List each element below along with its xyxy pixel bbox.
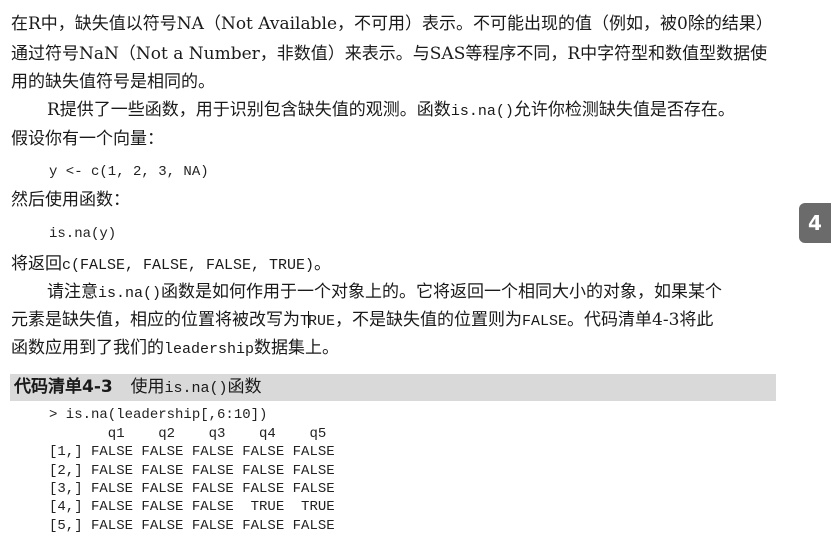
para2-line2: 假设你有一个向量： — [11, 129, 164, 149]
returns-text: 将返回 — [11, 254, 62, 274]
code-vector: y <- c(1, 2, 3, NA) — [49, 164, 209, 180]
para3-text-a: 请注意 — [47, 282, 98, 302]
para3-text-b: 函数是如何作用于一个对象上的。它将返回一个相同大小的对象，如果某个 — [161, 282, 723, 302]
para3-line2: 元素是缺失值，相应的位置将被改写为TRUE，不是缺失值的位置则为FALSE。代码… — [11, 310, 713, 332]
output-row: [4,] FALSE FALSE FALSE TRUE TRUE — [49, 499, 335, 515]
chapter-tab[interactable]: 4 — [799, 203, 831, 243]
para3-text: 元素是缺失值，相应的位置将被改写为 — [11, 310, 300, 330]
listing-title: 使用 — [130, 377, 165, 397]
returns-period: 。 — [314, 254, 332, 274]
para3-text: 。代码清单4-3将此 — [567, 310, 714, 330]
para1-line2: 通过符号NaN（Not a Number，非数值）来表示。与SAS等程序不同，R… — [11, 44, 768, 64]
para2-line1: R提供了一些函数，用于识别包含缺失值的观测。函数is.na()允许你检测缺失值是… — [47, 100, 735, 122]
inline-code: is.na() — [450, 103, 514, 120]
inline-code: FALSE — [522, 313, 568, 330]
output-row: [1,] FALSE FALSE FALSE FALSE FALSE — [49, 444, 335, 460]
para3-line1: 请注意is.na()函数是如何作用于一个对象上的。它将返回一个相同大小的对象，如… — [47, 282, 722, 304]
inline-code: RUE — [308, 313, 336, 330]
output-header: q1 q2 q3 q4 q5 — [49, 426, 327, 442]
code-isna-y: is.na(y) — [49, 226, 117, 242]
inline-code: leadership — [164, 341, 255, 358]
listing-heading: 代码清单4-3 使用is.na()函数 — [14, 377, 262, 399]
para1-line3: 用的缺失值符号是相同的。 — [11, 72, 215, 92]
output-row: [3,] FALSE FALSE FALSE FALSE FALSE — [49, 481, 335, 497]
output-row: [5,] FALSE FALSE FALSE FALSE FALSE — [49, 518, 335, 534]
para3-text: 数据集上。 — [254, 338, 340, 358]
para2-text-b: 允许你检测缺失值是否存在。 — [513, 100, 735, 120]
listing-label: 代码清单4-3 — [14, 377, 113, 397]
inline-code: is.na() — [164, 380, 228, 397]
para2-text-a: R提供了一些函数，用于识别包含缺失值的观测。函数 — [47, 100, 451, 120]
para1-line1: 在R中，缺失值以符号NA（Not Available，不可用）表示。不可能出现的… — [11, 14, 773, 34]
inline-code: c(FALSE, FALSE, FALSE, TRUE) — [62, 257, 315, 274]
para3-text: 函数应用到了我们的 — [11, 338, 164, 358]
text-then: 然后使用函数： — [11, 190, 130, 210]
listing-title: 函数 — [227, 377, 262, 397]
code-command: > is.na(leadership[,6:10]) — [49, 407, 268, 423]
returns-line: 将返回c(FALSE, FALSE, FALSE, TRUE)。 — [11, 254, 331, 276]
para3-text: ，不是缺失值的位置则为 — [335, 310, 523, 330]
para3-line3: 函数应用到了我们的leadership数据集上。 — [11, 338, 339, 360]
inline-code: is.na() — [98, 285, 162, 302]
output-row: [2,] FALSE FALSE FALSE FALSE FALSE — [49, 463, 335, 479]
